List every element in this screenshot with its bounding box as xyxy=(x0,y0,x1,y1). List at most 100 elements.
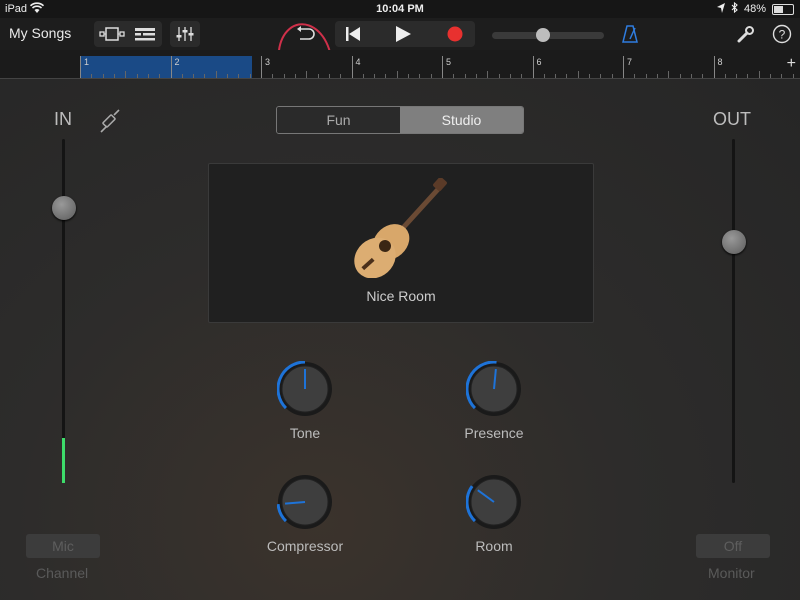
battery-icon xyxy=(772,3,794,15)
ruler-subtick xyxy=(374,74,376,78)
view-toggle-group xyxy=(94,21,162,47)
channel-label: Channel xyxy=(36,565,89,581)
ruler-bar-tick xyxy=(261,56,262,78)
input-level-track[interactable] xyxy=(62,139,65,483)
ruler-subtick xyxy=(770,74,772,78)
song-position-slider[interactable] xyxy=(492,28,604,42)
ruler-subtick xyxy=(306,71,308,78)
ruler-subtick xyxy=(475,74,477,78)
ruler-subtick xyxy=(656,74,658,78)
ruler-bar-number: 4 xyxy=(355,57,361,67)
preset-selector[interactable]: Nice Room xyxy=(208,163,594,323)
knob-label: Room xyxy=(475,538,513,554)
settings-wrench-icon[interactable] xyxy=(734,21,758,47)
ruler-bar-number: 5 xyxy=(446,57,452,67)
ruler-subtick xyxy=(294,74,296,78)
mixer-sliders-icon[interactable] xyxy=(170,21,200,47)
ruler-subtick xyxy=(611,74,613,78)
slider-knob[interactable] xyxy=(536,28,551,42)
go-to-beginning-icon[interactable] xyxy=(335,21,371,47)
input-level-knob[interactable] xyxy=(52,195,76,220)
mixer-button[interactable] xyxy=(170,21,200,47)
record-icon[interactable] xyxy=(435,21,475,47)
metronome-icon[interactable] xyxy=(618,21,642,47)
ruler-subtick xyxy=(453,74,455,78)
ruler-bar-tick xyxy=(713,56,715,78)
ruler-subtick xyxy=(238,74,240,78)
ruler-bar-tick xyxy=(442,56,443,78)
ruler-subtick xyxy=(747,74,749,78)
ruler-subtick xyxy=(589,74,591,78)
instrument-view-icon[interactable] xyxy=(96,21,128,47)
ruler-bar-tick xyxy=(623,56,624,78)
ruler-subtick xyxy=(181,74,183,78)
ruler-subtick xyxy=(634,74,636,78)
ruler-bar-tick xyxy=(351,56,353,78)
input-jack-icon[interactable] xyxy=(98,109,122,140)
ruler-subtick xyxy=(724,74,726,78)
knob-tone[interactable] xyxy=(276,360,333,417)
transport-controls xyxy=(335,21,475,47)
input-level-meter xyxy=(62,438,65,483)
status-time: 10:04 PM xyxy=(376,3,424,15)
ruler-subtick xyxy=(645,74,647,78)
knob-room[interactable] xyxy=(465,474,522,530)
ruler-subtick xyxy=(781,74,783,78)
tab-studio[interactable]: Studio xyxy=(400,107,523,133)
ruler-subtick xyxy=(521,74,523,78)
help-icon[interactable]: ? xyxy=(770,21,794,47)
ruler-subtick xyxy=(498,74,500,78)
battery-percent: 48% xyxy=(743,3,766,15)
ruler-subtick xyxy=(555,74,557,78)
ruler-bar-number: 7 xyxy=(627,57,633,67)
timeline-ruler[interactable]: 1 2 3 4 5 6 7 8 + xyxy=(0,50,800,79)
output-level-track[interactable] xyxy=(732,139,735,483)
output-level-knob[interactable] xyxy=(722,230,746,255)
knob-presence[interactable] xyxy=(465,360,522,417)
knob-label: Compressor xyxy=(266,538,344,554)
ruler-subtick xyxy=(159,74,161,78)
ruler-subtick xyxy=(668,71,670,78)
amp-panel: IN OUT Fun Studio Nice Room Tone Presence… xyxy=(0,79,800,600)
ruler-bar-tick xyxy=(80,56,81,78)
ruler-subtick xyxy=(249,74,251,78)
preset-name: Nice Room xyxy=(366,288,436,304)
ruler-bar-number: 2 xyxy=(174,57,180,67)
tracks-view-icon[interactable] xyxy=(130,21,160,47)
ruler-subtick xyxy=(328,74,330,78)
ruler-subtick xyxy=(702,74,704,78)
mic-button[interactable]: Mic xyxy=(26,534,100,558)
ruler-subtick xyxy=(577,71,579,78)
ruler-subtick xyxy=(690,74,692,78)
ruler-subtick xyxy=(430,74,432,78)
ruler-subtick xyxy=(204,74,206,78)
ruler-bar-tick xyxy=(170,56,172,78)
add-section-icon[interactable]: + xyxy=(787,55,796,73)
ruler-subtick xyxy=(102,74,104,78)
ruler-subtick xyxy=(792,74,794,78)
ruler-subtick xyxy=(385,74,387,78)
output-label: OUT xyxy=(713,109,751,129)
my-songs-button[interactable]: My Songs xyxy=(9,25,71,41)
knob-compressor[interactable] xyxy=(276,474,333,530)
ruler-subtick xyxy=(408,74,410,78)
ruler-bar-number: 8 xyxy=(717,57,723,67)
ruler-subtick xyxy=(193,74,195,78)
knob-label: Tone xyxy=(289,425,321,441)
ruler-bar-number: 1 xyxy=(84,57,90,67)
ruler-subtick xyxy=(317,74,319,78)
ruler-subtick xyxy=(272,74,274,78)
control-bar: My Songs ? xyxy=(0,18,800,102)
knob-label: Presence xyxy=(464,425,524,441)
monitor-off-button[interactable]: Off xyxy=(696,534,770,558)
play-icon[interactable] xyxy=(383,21,423,47)
ruler-bar-number: 6 xyxy=(536,57,542,67)
tab-fun[interactable]: Fun xyxy=(277,107,400,133)
ruler-subtick xyxy=(419,74,421,78)
ruler-subtick xyxy=(543,74,545,78)
bluetooth-icon xyxy=(731,1,738,16)
ruler-subtick xyxy=(600,74,602,78)
ruler-bar-tick xyxy=(532,56,534,78)
acoustic-guitar-icon xyxy=(353,177,449,283)
mode-segmented-control: Fun Studio xyxy=(276,106,524,134)
